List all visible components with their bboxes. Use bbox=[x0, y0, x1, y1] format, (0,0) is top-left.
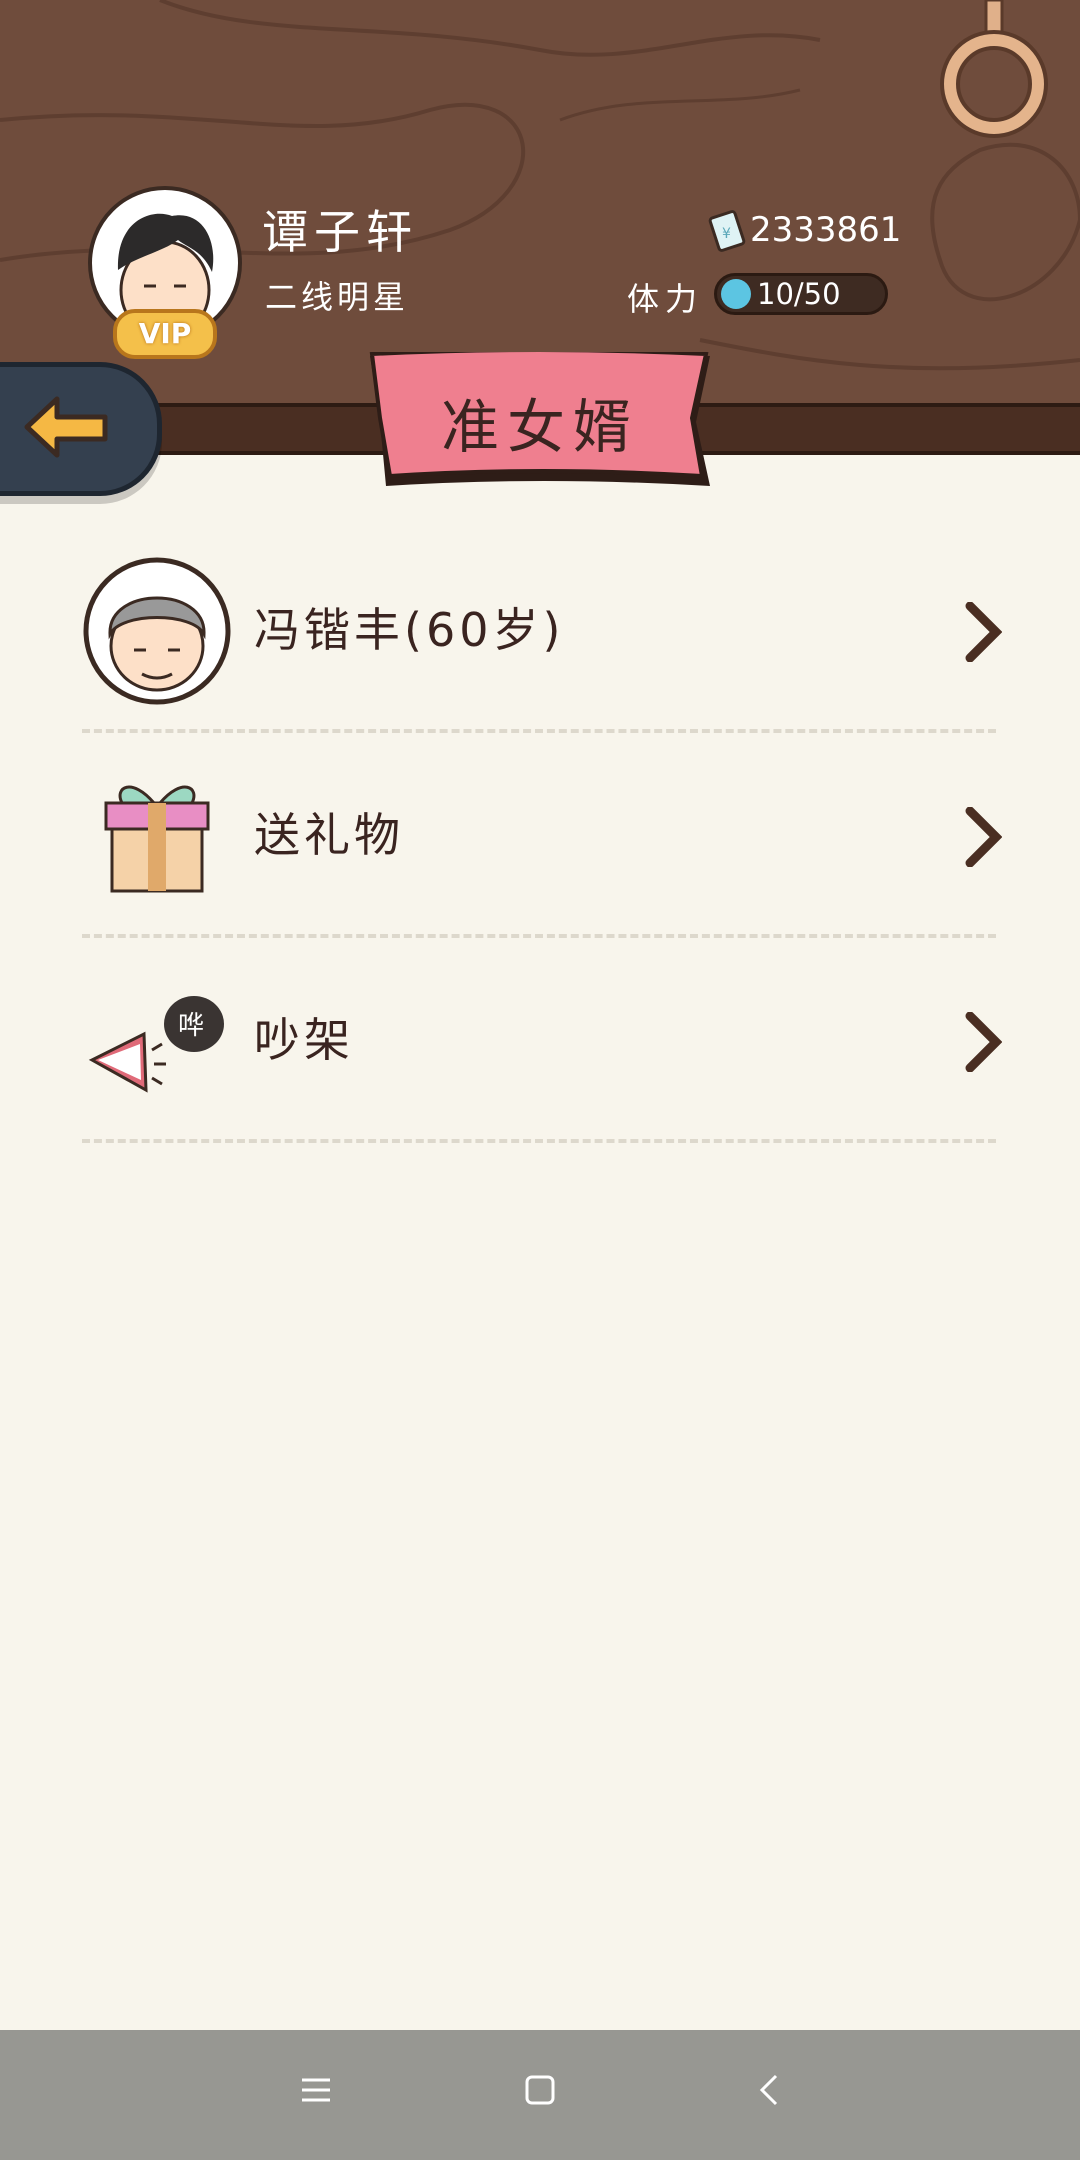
chevron-right-icon bbox=[965, 602, 1002, 662]
player-title: 二线明星 bbox=[265, 278, 410, 316]
home-icon[interactable] bbox=[522, 2072, 558, 2108]
chevron-right-icon bbox=[965, 807, 1002, 867]
quarrel-label: 吵架 bbox=[254, 1013, 354, 1067]
back-button[interactable] bbox=[0, 362, 162, 496]
svg-text:¥: ¥ bbox=[722, 226, 731, 242]
back-arrow-icon bbox=[24, 396, 108, 458]
banknote-icon: ¥ bbox=[708, 210, 746, 252]
system-nav-bar bbox=[0, 2030, 1080, 2160]
menu-icon[interactable] bbox=[298, 2072, 334, 2108]
stamina-orb-icon bbox=[721, 279, 751, 309]
quarrel-icon: 哗 bbox=[88, 996, 224, 1093]
suitor-name: 冯锴丰(60岁) bbox=[254, 603, 565, 657]
money-value: 2333861 bbox=[750, 210, 902, 250]
stamina-label: 体力 bbox=[627, 280, 704, 318]
stamina-bar: 10/50 bbox=[714, 273, 888, 315]
back-icon[interactable] bbox=[752, 2072, 788, 2108]
elder-avatar-icon bbox=[83, 557, 231, 705]
player-name: 谭子轩 bbox=[262, 205, 418, 259]
hanging-ring-icon bbox=[940, 0, 1048, 138]
quarrel-badge-text: 哗 bbox=[178, 1011, 204, 1041]
list-item-send-gift[interactable]: 送礼物 bbox=[82, 733, 1002, 938]
send-gift-label: 送礼物 bbox=[254, 808, 404, 862]
divider bbox=[82, 1139, 996, 1143]
gift-icon bbox=[104, 785, 210, 893]
chevron-right-icon bbox=[965, 1012, 1002, 1072]
vip-badge: VIP bbox=[113, 309, 217, 359]
page-title: 准女婿 bbox=[440, 393, 639, 461]
stamina-value: 10/50 bbox=[757, 277, 841, 311]
list-item-quarrel[interactable]: 哗 吵架 bbox=[82, 938, 1002, 1143]
list-item-suitor[interactable]: 冯锴丰(60岁) bbox=[82, 528, 1002, 733]
